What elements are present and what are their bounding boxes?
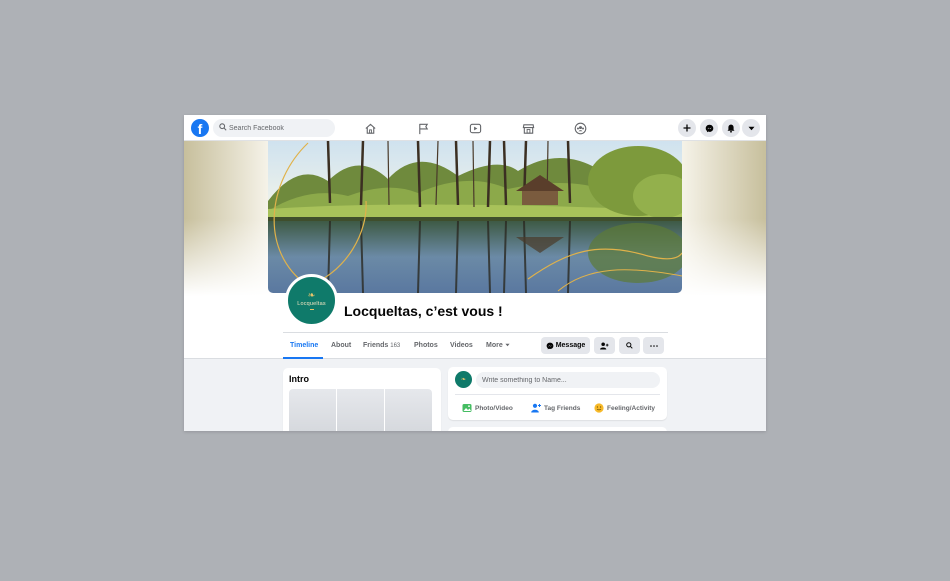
tab-friends[interactable]: Friends 163 [363,342,400,349]
post-card [448,427,667,431]
profile-header: ❧ Locqueltas Locqueltas, c’est vous ! Ti… [184,141,766,359]
search-input[interactable] [229,121,329,135]
browser-window: f Search Facebook ❧ Locqueltas Locquelta… [184,115,766,431]
facebook-logo[interactable]: f [191,119,209,137]
header-divider [283,332,668,333]
search-icon [219,123,227,131]
intro-photo[interactable] [289,389,336,431]
message-label: Message [555,342,586,349]
watch-icon[interactable] [467,120,483,136]
add-friend-button[interactable] [594,337,615,354]
search-box[interactable] [213,119,335,137]
tag-friends-icon [531,403,541,413]
avatar-logo-mark [309,309,314,310]
create-button[interactable] [678,119,696,137]
bell-icon [727,124,735,133]
tab-about[interactable]: About [331,342,351,349]
smiley-icon [594,403,604,413]
composer-avatar: ❧ [455,371,472,388]
post-input[interactable] [476,372,660,388]
more-options-button[interactable] [643,337,664,354]
photo-icon [462,403,472,413]
top-navigation-bar: f [184,115,766,141]
search-page-button[interactable] [619,337,640,354]
caret-down-icon [748,126,754,130]
intro-photo[interactable] [385,389,432,431]
page-title: Locqueltas, c’est vous ! [344,303,503,319]
feeling-activity-label: Feeling/Activity [607,404,656,412]
account-menu-button[interactable] [742,119,760,137]
tab-more[interactable]: More [486,342,510,349]
avatar-logo-text: Locqueltas [297,301,326,307]
flag-icon[interactable] [415,120,431,136]
groups-icon[interactable] [572,120,588,136]
page-avatar[interactable]: ❧ Locqueltas [285,274,338,327]
plus-icon [683,124,691,132]
message-button[interactable]: Message [541,337,590,354]
notifications-button[interactable] [722,119,740,137]
messenger-icon [705,124,713,132]
messenger-icon [546,342,554,349]
composer-divider [455,394,660,395]
friends-count: 163 [390,343,401,349]
tag-friends-label: Tag Friends [544,404,581,412]
photo-video-label: Photo/Video [475,404,513,412]
home-icon[interactable] [362,120,378,136]
intro-card: Intro [283,368,441,431]
cover-photo[interactable] [268,141,682,293]
tab-timeline[interactable]: Timeline [290,342,318,349]
ellipsis-icon [649,344,658,347]
active-tab-indicator [283,357,323,359]
messenger-button[interactable] [700,119,718,137]
tab-photos[interactable]: Photos [414,342,438,349]
intro-title: Intro [289,374,309,384]
tab-videos[interactable]: Videos [450,342,473,349]
search-icon [626,342,633,349]
tag-friends-button[interactable]: Tag Friends [531,401,580,415]
add-friend-icon [600,341,609,350]
caret-down-icon [505,343,510,347]
intro-photo[interactable] [337,389,384,431]
post-composer: ❧ Photo/Video Tag Friends Feeling/Activi… [448,367,667,420]
marketplace-icon[interactable] [520,120,536,136]
leaf-logo-icon: ❧ [307,290,316,300]
feeling-activity-button[interactable]: Feeling/Activity [594,401,655,415]
photo-video-button[interactable]: Photo/Video [462,401,513,415]
